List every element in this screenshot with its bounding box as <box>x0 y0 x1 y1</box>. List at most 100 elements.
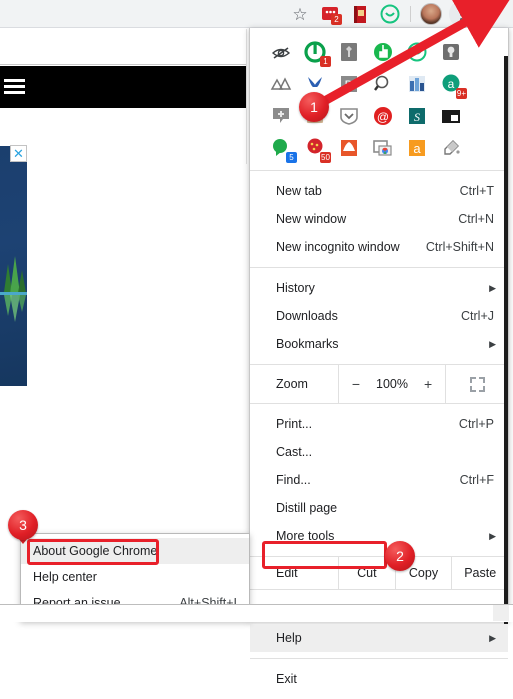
green-a-icon[interactable]: a 9+ <box>435 68 467 100</box>
amazon-icon[interactable]: a <box>401 132 433 164</box>
chevron-right-icon: ▶ <box>489 338 496 349</box>
eyedropper-icon[interactable] <box>435 132 467 164</box>
page-navbar <box>0 66 246 108</box>
menu-item-label: More tools <box>276 529 335 543</box>
submenu-item-help-center[interactable]: Help center <box>21 564 249 590</box>
magnifier-icon[interactable] <box>367 68 399 100</box>
toolbar-icon-row: ☆ 2 <box>285 0 513 28</box>
step-2-marker: 2 <box>385 541 415 571</box>
menu-item-label: New tab <box>276 184 322 198</box>
menu-item-label: Downloads <box>276 309 338 323</box>
grey-plus-chat-icon[interactable] <box>265 100 297 132</box>
menu-item-label: Help <box>276 631 302 645</box>
window-statusbar <box>0 604 513 622</box>
extension-badge: 2 <box>331 14 342 25</box>
menu-item-downloads[interactable]: Downloads Ctrl+J <box>250 302 508 330</box>
menu-item-label: Print... <box>276 417 313 431</box>
profile-avatar[interactable] <box>419 2 443 26</box>
submenu-item-label: Help center <box>33 570 97 584</box>
menu-item-cast[interactable]: Cast... <box>250 438 508 466</box>
menu-item-label: New incognito window <box>276 240 400 254</box>
menu-item-label: Distill page <box>276 501 338 515</box>
ad-close-icon[interactable]: ✕ <box>10 145 27 162</box>
marker-number: 3 <box>19 517 27 533</box>
green-bubble-icon[interactable]: 5 <box>265 132 297 164</box>
bookmark-star-icon[interactable]: ☆ <box>288 2 312 26</box>
svg-text:S: S <box>414 110 420 124</box>
extension-green-circle-icon[interactable] <box>378 2 402 26</box>
blue-pixels-icon[interactable] <box>401 68 433 100</box>
menu-item-distill-page[interactable]: Distill page <box>250 494 508 522</box>
chrome-menu-kebab-button[interactable] <box>449 1 473 27</box>
ad-skyscraper[interactable] <box>0 146 27 386</box>
green-lock-icon[interactable]: 1 <box>299 36 331 68</box>
zoom-controls: − 100% + <box>338 365 446 403</box>
red-pizza-icon[interactable]: 50 <box>299 132 331 164</box>
marker-number: 1 <box>310 99 318 115</box>
menu-item-shortcut: Ctrl+Shift+N <box>425 240 494 254</box>
menu-item-exit[interactable]: Exit <box>250 665 508 693</box>
grey-shield-chevron-icon[interactable] <box>333 100 365 132</box>
menu-item-find[interactable]: Find... Ctrl+F <box>250 466 508 494</box>
grey-d-icon[interactable]: D <box>333 68 365 100</box>
menu-group-browse: History ▶ Downloads Ctrl+J Bookmarks ▶ <box>250 268 508 364</box>
menu-item-bookmarks[interactable]: Bookmarks ▶ <box>250 330 508 358</box>
menu-item-label: Exit <box>276 672 297 686</box>
hamburger-menu-icon[interactable] <box>4 79 25 95</box>
edit-label: Edit <box>276 566 298 580</box>
window-resize-grip[interactable] <box>493 605 509 621</box>
paste-button[interactable]: Paste <box>451 557 508 589</box>
fullscreen-button[interactable] <box>446 365 508 403</box>
menu-item-label: Find... <box>276 473 311 487</box>
menu-item-shortcut: Ctrl+J <box>461 309 494 323</box>
menu-item-print[interactable]: Print... Ctrl+P <box>250 410 508 438</box>
teal-script-icon[interactable]: S <box>401 100 433 132</box>
menu-item-new-window[interactable]: New window Ctrl+N <box>250 205 508 233</box>
ad-tree-art <box>0 256 27 322</box>
chevron-right-icon: ▶ <box>489 530 496 541</box>
chevron-right-icon: ▶ <box>489 282 496 293</box>
green-circle-icon[interactable] <box>401 36 433 68</box>
step-3-marker: 3 <box>8 510 38 540</box>
menu-item-new-tab[interactable]: New tab Ctrl+T <box>250 177 508 205</box>
green-thumbs-up-icon[interactable] <box>367 36 399 68</box>
extension-red-note-icon[interactable]: 2 <box>318 2 342 26</box>
submenu-item-about-google-chrome[interactable]: About Google Chrome <box>21 538 249 564</box>
menu-edit-row: Edit Cut Copy Paste <box>250 557 508 589</box>
extension-badge: 5 <box>286 152 297 163</box>
zoom-label: Zoom <box>276 377 308 391</box>
svg-text:a: a <box>413 141 421 156</box>
menu-item-shortcut: Ctrl+F <box>459 473 494 487</box>
toolbar-divider <box>410 6 411 22</box>
menu-zoom-row: Zoom − 100% + <box>250 365 508 403</box>
extension-badge: 9+ <box>455 88 467 99</box>
menu-item-new-incognito-window[interactable]: New incognito window Ctrl+Shift+N <box>250 233 508 261</box>
extension-red-book-icon[interactable] <box>348 2 372 26</box>
menu-item-history[interactable]: History ▶ <box>250 274 508 302</box>
submenu-item-label: About Google Chrome <box>33 544 158 558</box>
eye-slash-icon[interactable] <box>265 36 297 68</box>
zoom-out-button[interactable]: − <box>352 376 360 392</box>
chrome-window-icon[interactable] <box>367 132 399 164</box>
menu-item-more-tools[interactable]: More tools ▶ <box>250 522 508 550</box>
red-at-icon[interactable]: @ <box>367 100 399 132</box>
zoom-in-button[interactable]: + <box>424 376 432 392</box>
orange-flame-icon[interactable] <box>333 132 365 164</box>
chevron-right-icon: ▶ <box>489 632 496 643</box>
marker-number: 2 <box>396 548 404 564</box>
page-header-band <box>0 29 246 65</box>
step-1-marker: 1 <box>299 92 329 122</box>
svg-text:@: @ <box>377 110 389 124</box>
menu-group-tools: Print... Ctrl+P Cast... Find... Ctrl+F D… <box>250 404 508 556</box>
menu-group-exit: Exit <box>250 659 508 699</box>
menu-item-help[interactable]: Help ▶ <box>250 624 508 652</box>
grey-wrench-icon[interactable] <box>333 36 365 68</box>
menu-item-label: New window <box>276 212 347 226</box>
menu-group-new: New tab Ctrl+T New window Ctrl+N New inc… <box>250 171 508 267</box>
picture-in-picture-icon[interactable] <box>435 100 467 132</box>
extension-icon-grid: 1 D a 9+ @ S 5 50 a <box>250 28 508 170</box>
extension-badge: 1 <box>320 56 331 67</box>
menu-item-shortcut: Ctrl+T <box>459 184 494 198</box>
grey-lightbulb-icon[interactable] <box>435 36 467 68</box>
grey-mountains-icon[interactable] <box>265 68 297 100</box>
